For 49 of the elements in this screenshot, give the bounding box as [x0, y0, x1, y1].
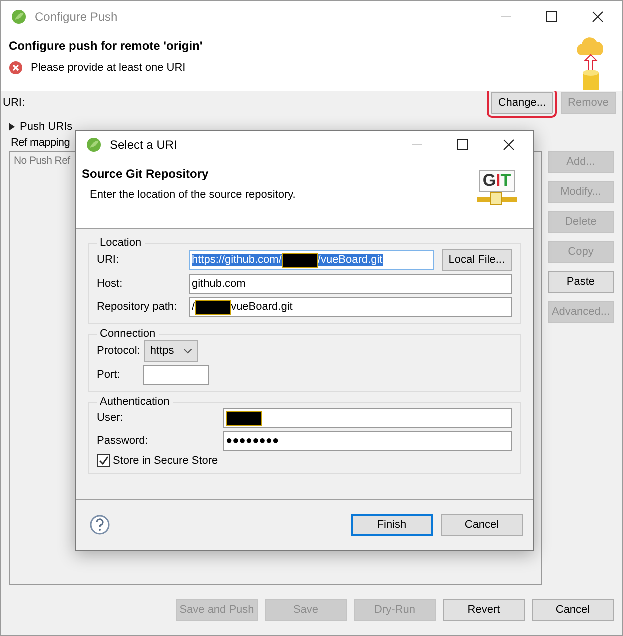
page-title: Source Git Repository — [82, 167, 210, 181]
button[interactable]: Finish — [351, 514, 433, 536]
port-field[interactable] — [143, 365, 209, 385]
close-icon[interactable] — [503, 138, 515, 150]
uri-label: URI: — [3, 97, 26, 109]
maximize-icon[interactable] — [546, 11, 558, 23]
button[interactable]: Cancel — [532, 599, 614, 621]
repository-path-field[interactable]: / vueBoard.git — [189, 297, 512, 317]
checkbox[interactable] — [97, 454, 110, 467]
section-label: Ref mapping — [11, 137, 70, 149]
redaction-mark — [195, 300, 232, 314]
button[interactable]: Paste — [548, 271, 614, 293]
field-label: URI: — [97, 254, 120, 266]
field-label: Protocol: — [97, 345, 140, 357]
field-label: Password: — [97, 435, 150, 447]
error-message: Please provide at least one URI — [31, 62, 186, 74]
maximize-icon[interactable] — [457, 138, 469, 150]
error-icon — [9, 61, 23, 75]
help-icon[interactable] — [90, 515, 110, 535]
button[interactable]: Cancel — [441, 514, 523, 536]
password-field[interactable]: ●●●●●●●● — [223, 431, 512, 451]
group-label: Authentication — [99, 396, 171, 408]
button[interactable]: Revert — [443, 599, 525, 621]
field-label: Host: — [97, 278, 124, 290]
checkbox-label: Store in Secure Store — [113, 454, 218, 466]
redaction-mark — [282, 252, 318, 268]
description: Enter the location of the source repository. — [89, 189, 297, 201]
host-field[interactable]: github.com — [189, 274, 512, 294]
window-title: Configure Push — [35, 10, 119, 24]
protocol-dropdown[interactable]: https — [144, 340, 198, 362]
page-title: Configure push for remote 'origin' — [9, 39, 204, 53]
local-file-button[interactable]: Local File... — [442, 249, 512, 271]
close-icon[interactable] — [592, 11, 604, 23]
uri-field[interactable]: https://github.com/ /vueBoard.git — [189, 250, 434, 270]
git-logo: GIT — [478, 170, 516, 192]
pipe-icon — [477, 192, 517, 206]
app-icon — [11, 9, 27, 25]
collapse-caret-icon[interactable] — [9, 123, 15, 131]
field-label: Port: — [97, 369, 122, 381]
user-field[interactable] — [223, 408, 512, 428]
field-label: User: — [97, 412, 124, 424]
group-label: Connection — [99, 328, 157, 340]
section-label: Push URIs — [20, 121, 73, 133]
app-icon — [86, 136, 102, 152]
chevron-down-icon — [184, 348, 192, 354]
redaction-mark — [226, 410, 262, 426]
dialog-title: Select a URI — [110, 138, 178, 152]
group-label: Location — [99, 237, 143, 249]
field-label: Repository path: — [97, 301, 178, 313]
